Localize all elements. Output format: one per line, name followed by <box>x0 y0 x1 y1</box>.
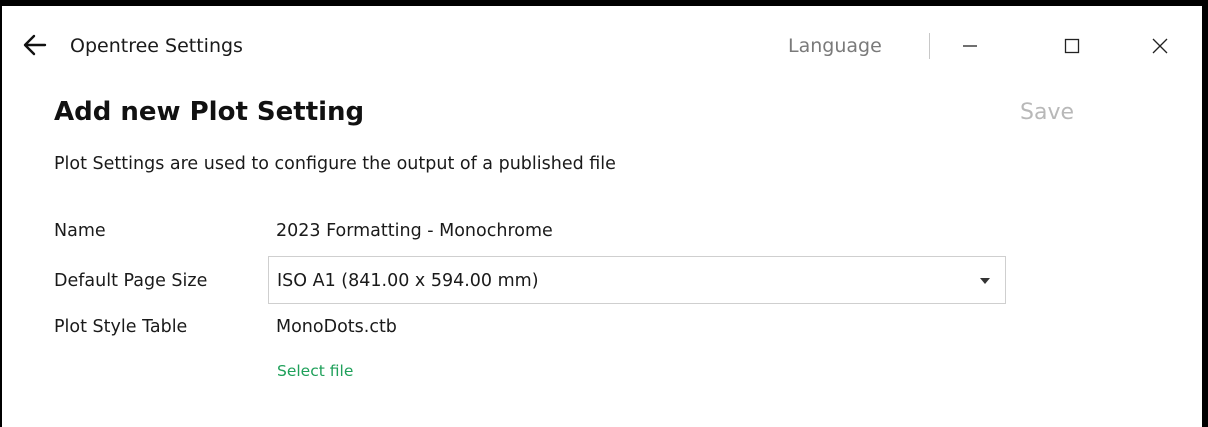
close-icon <box>1152 38 1168 54</box>
back-button[interactable] <box>20 30 50 60</box>
minimize-icon <box>963 45 977 47</box>
page-size-dropdown[interactable]: ISO A1 (841.00 x 594.00 mm) <box>268 256 1006 304</box>
maximize-icon <box>1064 38 1080 54</box>
title-bar: Opentree Settings Language <box>2 6 1202 76</box>
minimize-button[interactable] <box>950 28 990 64</box>
plot-style-label: Plot Style Table <box>54 317 188 337</box>
close-button[interactable] <box>1140 28 1180 64</box>
name-label: Name <box>54 221 106 241</box>
page-title: Add new Plot Setting <box>54 97 365 127</box>
caret-down-icon <box>980 278 990 284</box>
select-file-link[interactable]: Select file <box>277 360 353 382</box>
page-size-label: Default Page Size <box>54 271 208 291</box>
settings-window: Opentree Settings Language Add new Plot … <box>0 0 1208 427</box>
name-field[interactable]: 2023 Formatting - Monochrome <box>276 219 553 243</box>
page-description: Plot Settings are used to configure the … <box>54 154 616 174</box>
plot-style-value: MonoDots.ctb <box>276 317 397 337</box>
arrow-left-icon <box>23 34 47 56</box>
maximize-button[interactable] <box>1052 28 1092 64</box>
language-link[interactable]: Language <box>788 34 882 58</box>
title-separator <box>929 33 930 59</box>
page-size-selected-value: ISO A1 (841.00 x 594.00 mm) <box>277 271 539 291</box>
app-title: Opentree Settings <box>70 35 243 57</box>
save-button[interactable]: Save <box>1020 99 1074 127</box>
